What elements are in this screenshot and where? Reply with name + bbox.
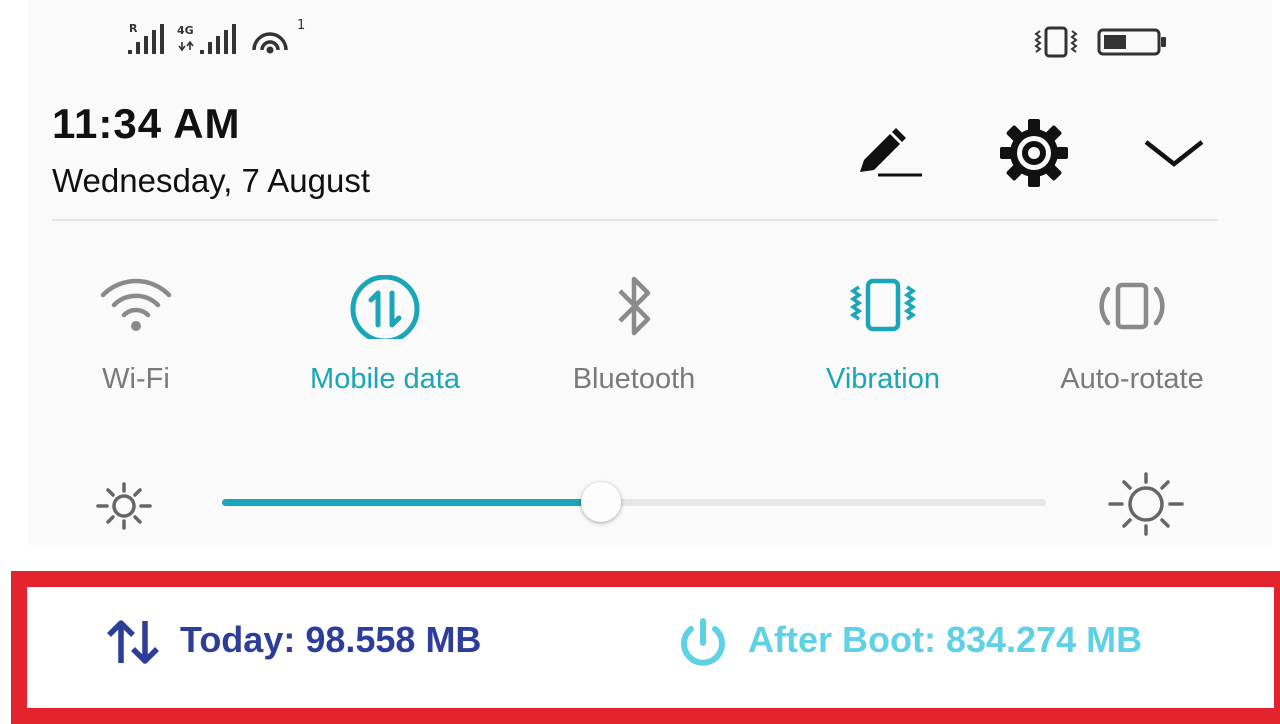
tile-wifi[interactable]: Wi-Fi: [36, 275, 236, 415]
vibrate-mode-icon: [1034, 26, 1078, 58]
signal-2-icon: [178, 24, 236, 54]
tile-mobile-data[interactable]: Mobile data: [285, 275, 485, 415]
bluetooth-icon: [618, 276, 651, 336]
tile-bluetooth-label: Bluetooth: [572, 363, 696, 395]
data-transfer-arrows-icon: [107, 620, 159, 664]
brightness-slider[interactable]: [222, 482, 1046, 522]
brightness-low-icon: [96, 482, 152, 530]
auto-rotate-icon: [1099, 282, 1165, 330]
vibration-icon: [849, 278, 917, 332]
current-date: Wednesday, 7 August: [52, 162, 370, 199]
brightness-slider-thumb[interactable]: [581, 482, 622, 522]
header-divider: [52, 219, 1218, 221]
signal-1-icon: [128, 24, 164, 54]
tile-auto-rotate-label: Auto-rotate: [1060, 363, 1204, 395]
mobile-data-icon: [350, 275, 420, 339]
battery-icon: [1097, 28, 1166, 56]
settings-gear-icon[interactable]: [996, 118, 1072, 188]
hotspot-count: 1: [297, 18, 306, 33]
tile-vibration-label: Vibration: [826, 363, 940, 395]
tile-vibration[interactable]: Vibration: [783, 275, 983, 415]
clock-time: 11:34 AM: [52, 100, 241, 147]
wifi-icon: [100, 278, 172, 331]
data-usage-today: Today: 98.558 MB: [180, 619, 482, 660]
collapse-chevron-icon[interactable]: [1142, 134, 1206, 170]
edit-icon[interactable]: [852, 124, 924, 180]
tile-wifi-label: Wi-Fi: [102, 363, 170, 395]
tile-mobile-data-label: Mobile data: [310, 363, 460, 395]
tile-bluetooth[interactable]: Bluetooth: [534, 275, 734, 415]
notification-shade: [28, 0, 1272, 545]
power-icon: [681, 618, 725, 666]
brightness-high-icon: [1108, 472, 1184, 536]
hotspot-icon: [252, 32, 288, 54]
tile-auto-rotate[interactable]: Auto-rotate: [1032, 275, 1232, 415]
brightness-slider-fill: [222, 499, 602, 506]
data-usage-after-boot: After Boot: 834.274 MB: [748, 619, 1143, 660]
